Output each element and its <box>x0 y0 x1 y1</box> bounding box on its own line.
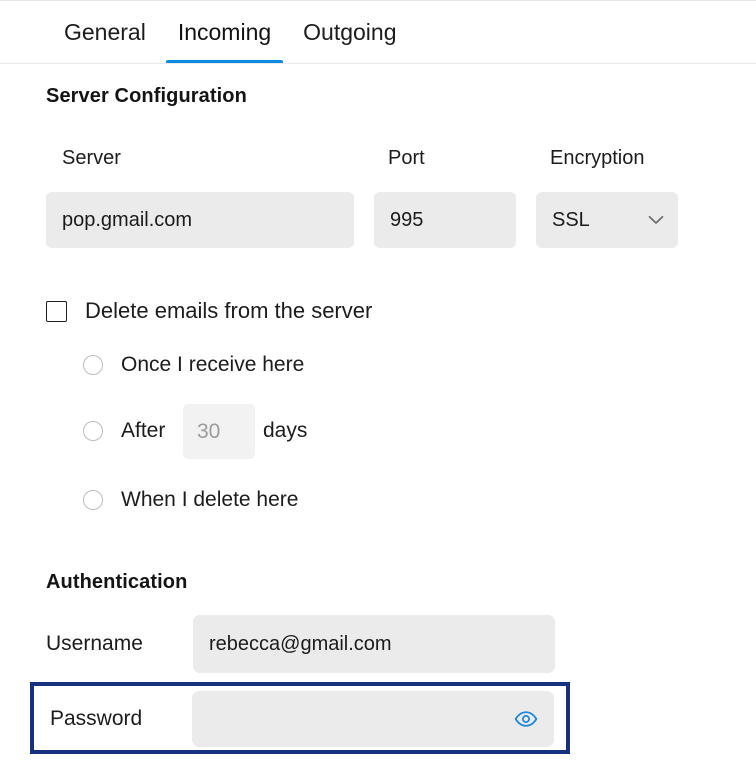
tab-general[interactable]: General <box>48 1 162 64</box>
password-field-wrapper <box>192 691 554 747</box>
radio-row-once-i-receive-here[interactable]: Once I receive here <box>83 349 304 381</box>
days-input[interactable] <box>183 404 255 459</box>
username-input[interactable] <box>193 615 555 673</box>
delete-emails-checkbox-row[interactable]: Delete emails from the server <box>46 298 372 324</box>
tab-outgoing[interactable]: Outgoing <box>287 1 412 64</box>
server-field-label: Server <box>62 147 121 170</box>
authentication-heading: Authentication <box>46 571 187 594</box>
server-configuration-heading: Server Configuration <box>46 85 247 108</box>
port-field-label: Port <box>388 147 425 170</box>
eye-icon <box>514 711 538 727</box>
days-suffix-label: days <box>263 415 307 447</box>
radio-once-i-receive-here[interactable] <box>83 355 103 375</box>
encryption-field-label: Encryption <box>550 147 645 170</box>
tab-incoming-label: Incoming <box>178 19 271 45</box>
delete-emails-label: Delete emails from the server <box>85 298 372 324</box>
password-label: Password <box>50 707 142 731</box>
password-row-focused: Password <box>30 682 570 754</box>
radio-row-after-days[interactable]: After <box>83 415 165 447</box>
radio-after-days[interactable] <box>83 421 103 441</box>
tab-bar-divider <box>0 63 756 64</box>
password-input[interactable] <box>192 691 512 747</box>
radio-after-days-label: After <box>121 419 165 443</box>
encryption-selected-value: SSL <box>552 192 590 248</box>
settings-panel: General Incoming Outgoing Server Configu… <box>0 0 756 775</box>
toggle-password-visibility-button[interactable] <box>506 691 546 747</box>
username-row: Username <box>30 608 570 678</box>
username-label: Username <box>46 632 143 656</box>
tab-general-label: General <box>64 19 146 45</box>
tab-outgoing-label: Outgoing <box>303 19 396 45</box>
radio-once-i-receive-here-label: Once I receive here <box>121 353 304 377</box>
server-field-labels: Server Port Encryption <box>0 147 756 175</box>
radio-when-i-delete-here-label: When I delete here <box>121 488 298 512</box>
port-input[interactable] <box>374 192 516 248</box>
tab-bar: General Incoming Outgoing <box>0 1 756 64</box>
tab-incoming[interactable]: Incoming <box>162 1 287 64</box>
server-input[interactable] <box>46 192 354 248</box>
encryption-select[interactable]: SSL <box>536 192 678 248</box>
radio-when-i-delete-here[interactable] <box>83 490 103 510</box>
chevron-down-icon <box>648 192 664 248</box>
radio-row-when-i-delete-here[interactable]: When I delete here <box>83 484 298 516</box>
delete-emails-checkbox[interactable] <box>46 301 67 322</box>
